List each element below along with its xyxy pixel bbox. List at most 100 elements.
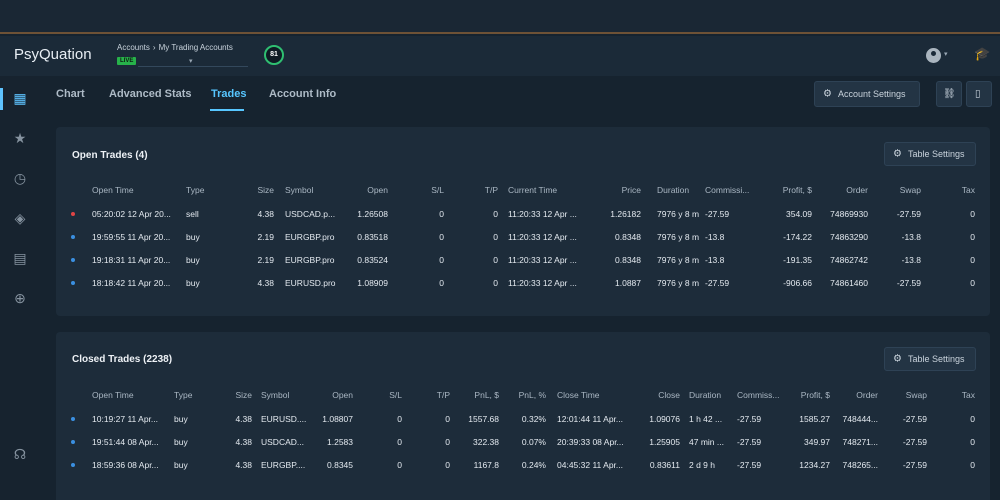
table-cell: 0	[970, 414, 975, 424]
column-header[interactable]: PnL, %	[466, 390, 546, 400]
table-cell: 0	[970, 460, 975, 470]
table-cell: 0.83611	[649, 460, 680, 470]
table-cell: 19:59:55 11 Apr 20...	[92, 232, 171, 242]
table-cell: 47 min ...	[689, 437, 724, 447]
tab-advanced-stats[interactable]: Advanced Stats	[109, 88, 192, 100]
tab-trades[interactable]: Trades	[211, 88, 246, 100]
trade-type-marker-icon	[71, 463, 75, 467]
trade-type-marker-icon	[71, 417, 75, 421]
table-cell: 4.38	[235, 437, 252, 447]
table-cell: 1.09076	[649, 414, 680, 424]
user-avatar-icon[interactable]	[926, 48, 941, 63]
table-cell: 0.07%	[521, 437, 546, 447]
table-cell: -27.59	[705, 209, 730, 219]
table-cell: 19:18:31 11 Apr 20...	[92, 255, 171, 265]
table-cell: 1.25905	[649, 437, 680, 447]
table-cell: 19:51:44 08 Apr...	[92, 437, 159, 447]
column-header[interactable]: Duration	[689, 390, 721, 400]
score-badge[interactable]: 81	[264, 45, 284, 65]
trade-type-marker-icon	[71, 212, 75, 216]
tab-bar: Chart Advanced Stats Trades Account Info…	[40, 76, 1000, 114]
closed-trades-table-settings-button[interactable]: ⚙ Table Settings	[884, 347, 976, 371]
table-cell: 4.38	[257, 278, 274, 288]
breadcrumb-chevron-icon: ›	[152, 43, 156, 52]
headset-icon[interactable]: ☊	[12, 446, 28, 462]
table-cell: 2.19	[257, 255, 274, 265]
layers-icon[interactable]: ◈	[12, 210, 28, 226]
column-header[interactable]: Price	[561, 185, 641, 195]
column-header[interactable]: Close Time	[557, 390, 600, 400]
table-cell: 05:20:02 12 Apr 20...	[92, 209, 171, 219]
table-cell: 0.24%	[521, 460, 546, 470]
sidebar-active-indicator	[0, 88, 3, 110]
table-cell: 0.8348	[615, 232, 641, 242]
column-header[interactable]: Size	[172, 390, 252, 400]
breadcrumb-accounts[interactable]: Accounts	[117, 43, 150, 52]
account-select-underline	[138, 66, 248, 67]
add-icon[interactable]: ⊕	[12, 290, 28, 306]
gear-icon: ⚙	[893, 353, 902, 365]
column-header[interactable]: Size	[194, 185, 274, 195]
table-cell: 7976 y 8 m	[657, 278, 700, 288]
app-header: PsyQuation Accounts › My Trading Accounts …	[0, 36, 1000, 76]
table-cell: 18:59:36 08 Apr...	[92, 460, 159, 470]
table-cell: 1 h 42 ...	[689, 414, 723, 424]
trade-type-marker-icon	[71, 258, 75, 262]
link-icon: ⛓	[943, 88, 956, 100]
trade-type-marker-icon	[71, 440, 75, 444]
table-cell: 0	[493, 232, 498, 242]
column-header[interactable]: Tax	[895, 185, 975, 195]
top-strip	[0, 0, 1000, 34]
column-header[interactable]: Open Time	[92, 185, 134, 195]
clock-icon[interactable]: ◷	[12, 170, 28, 186]
sidebar: ▦ ★ ◷ ◈ ▤ ⊕ ☊	[0, 76, 40, 500]
open-trades-title: Open Trades (4)	[72, 150, 148, 161]
table-cell: 1.0887	[615, 278, 641, 288]
trade-type-marker-icon	[71, 235, 75, 239]
column-header[interactable]: T/P	[418, 185, 498, 195]
table-cell: 10:19:27 11 Apr...	[92, 414, 159, 424]
table-cell: 1.26182	[610, 209, 641, 219]
table-cell: 0	[970, 255, 975, 265]
column-header[interactable]: Duration	[657, 185, 689, 195]
table-cell: 7976 y 8 m	[657, 232, 700, 242]
active-tab-underline	[210, 109, 244, 111]
document-icon: ▯	[975, 88, 981, 100]
table-cell: -27.59	[705, 278, 730, 288]
open-trades-table-settings-button[interactable]: ⚙ Table Settings	[884, 142, 976, 166]
account-dropdown-chevron-icon[interactable]: ▾	[189, 57, 193, 65]
table-cell: 7976 y 8 m	[657, 209, 700, 219]
table-cell: 2.19	[257, 232, 274, 242]
tab-account-info[interactable]: Account Info	[269, 88, 336, 100]
tab-chart[interactable]: Chart	[56, 88, 85, 100]
export-button[interactable]: ▯	[966, 81, 992, 107]
table-cell: 7976 y 8 m	[657, 255, 700, 265]
table-cell: -13.8	[705, 255, 725, 265]
table-cell: 0	[970, 278, 975, 288]
column-header[interactable]: Open Time	[92, 390, 134, 400]
column-header[interactable]: Close	[600, 390, 680, 400]
graduation-cap-icon[interactable]: 🎓	[974, 46, 990, 62]
column-header[interactable]: Current Time	[508, 185, 557, 195]
link-button[interactable]: ⛓	[936, 81, 962, 107]
table-cell: 4.38	[235, 414, 252, 424]
user-menu-chevron-icon[interactable]: ▾	[944, 50, 948, 58]
table-cell: 0	[493, 209, 498, 219]
dashboard-icon[interactable]: ▦	[12, 90, 28, 106]
live-badge: LIVE	[117, 57, 137, 65]
account-settings-button[interactable]: ⚙ Account Settings	[814, 81, 920, 107]
table-cell: 0	[493, 255, 498, 265]
column-header[interactable]: Tax	[895, 390, 975, 400]
reports-icon[interactable]: ▤	[12, 250, 28, 266]
table-cell: 4.38	[235, 460, 252, 470]
table-cell: 0	[970, 232, 975, 242]
stars-icon[interactable]: ★	[12, 130, 28, 146]
closed-trades-title: Closed Trades (2238)	[72, 354, 173, 365]
open-trades-panel: Open Trades (4) ⚙ Table Settings Open Ti…	[56, 127, 990, 316]
app-logo[interactable]: PsyQuation	[14, 46, 92, 63]
table-cell: -13.8	[705, 232, 725, 242]
breadcrumb-my-trading-accounts[interactable]: My Trading Accounts	[159, 43, 233, 52]
table-cell: 18:18:42 11 Apr 20...	[92, 278, 171, 288]
gear-icon: ⚙	[893, 148, 902, 160]
table-cell: 0.32%	[521, 414, 546, 424]
